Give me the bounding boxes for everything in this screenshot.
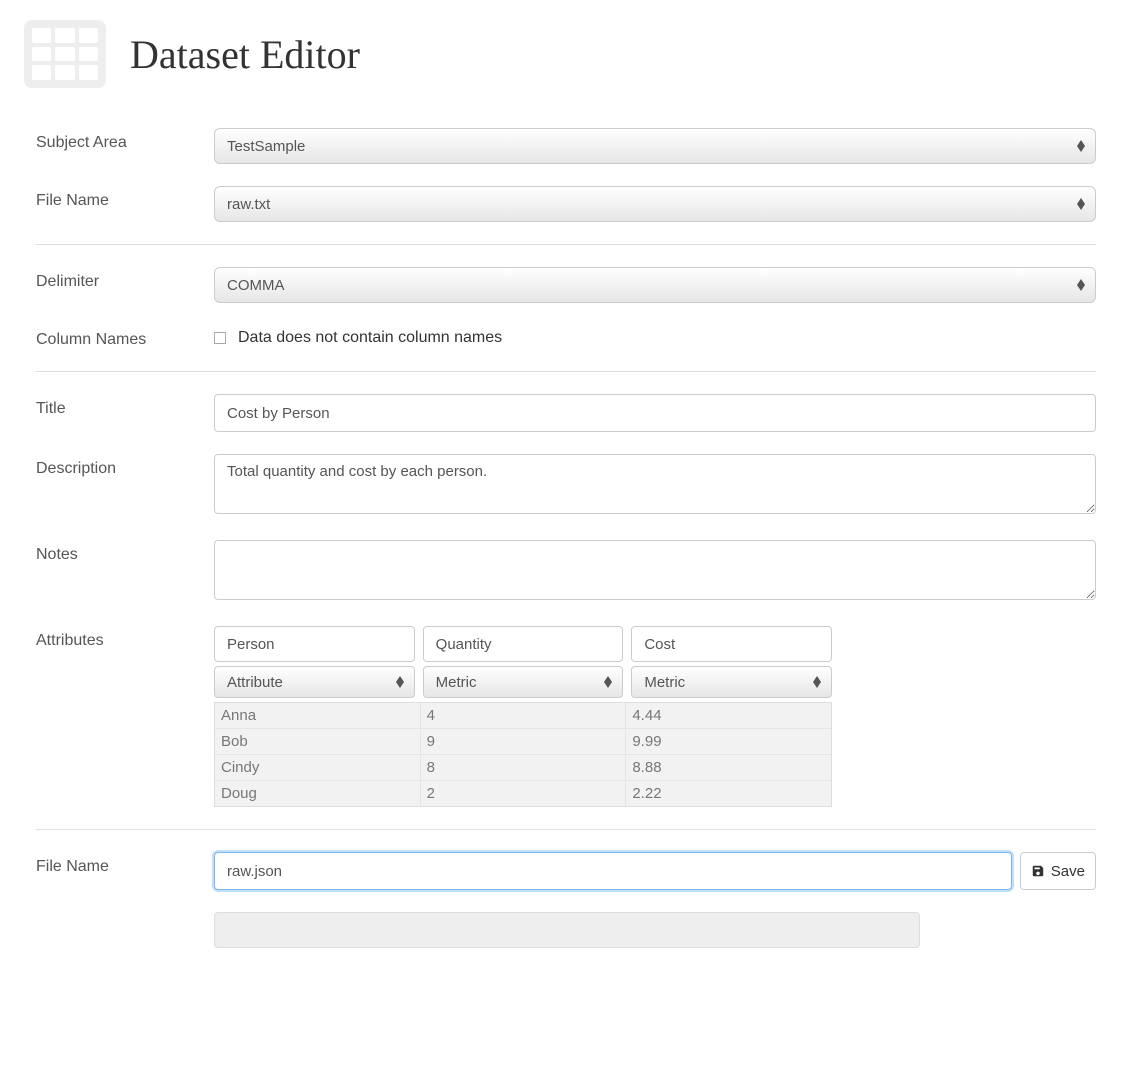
cell: 4 [421, 703, 627, 729]
delimiter-select[interactable]: COMMA [214, 267, 1096, 303]
file-name-top-value: raw.txt [227, 196, 270, 213]
cell: Bob [215, 729, 421, 755]
chevron-updown-icon [1077, 140, 1085, 152]
title-input[interactable] [214, 394, 1096, 432]
cell: Cindy [215, 755, 421, 781]
grid-logo-icon [24, 20, 106, 88]
table-row: Bob 9 9.99 [215, 729, 831, 755]
file-name-bottom-input[interactable] [214, 852, 1012, 890]
save-button[interactable]: Save [1020, 852, 1096, 890]
table-row: Cindy 8 8.88 [215, 755, 831, 781]
description-label: Description [36, 454, 214, 478]
subject-area-value: TestSample [227, 138, 305, 155]
attr-type-value: Metric [436, 674, 477, 691]
table-row: Anna 4 4.44 [215, 703, 831, 729]
form: Subject Area TestSample File Name raw.tx… [24, 128, 1108, 948]
divider [36, 371, 1096, 372]
attr-type-select-1[interactable]: Metric [423, 666, 624, 698]
column-names-checkbox[interactable] [214, 332, 226, 344]
subject-area-label: Subject Area [36, 128, 214, 152]
chevron-updown-icon [813, 676, 821, 688]
status-bar [214, 912, 920, 948]
cell: 8 [421, 755, 627, 781]
chevron-updown-icon [396, 676, 404, 688]
attr-type-value: Metric [644, 674, 685, 691]
cell: 9.99 [626, 729, 831, 755]
table-row: Doug 2 2.22 [215, 781, 831, 806]
attr-name-input-2[interactable] [631, 626, 832, 662]
attr-name-input-1[interactable] [423, 626, 624, 662]
attribute-types-row: Attribute Metric Metric [214, 666, 832, 698]
data-grid: Anna 4 4.44 Bob 9 9.99 Cindy 8 8.88 Doug… [214, 702, 832, 807]
chevron-updown-icon [1077, 198, 1085, 210]
cell: Doug [215, 781, 421, 806]
cell: 8.88 [626, 755, 831, 781]
subject-area-select[interactable]: TestSample [214, 128, 1096, 164]
column-names-label: Column Names [36, 325, 214, 349]
file-name-top-select[interactable]: raw.txt [214, 186, 1096, 222]
save-icon [1031, 864, 1045, 878]
chevron-updown-icon [1077, 279, 1085, 291]
attributes-label: Attributes [36, 626, 214, 650]
save-label: Save [1051, 863, 1085, 880]
delimiter-value: COMMA [227, 277, 285, 294]
attr-type-select-0[interactable]: Attribute [214, 666, 415, 698]
description-input[interactable]: Total quantity and cost by each person. [214, 454, 1096, 514]
page-header: Dataset Editor [24, 20, 1108, 88]
cell: 2.22 [626, 781, 831, 806]
cell: Anna [215, 703, 421, 729]
file-name-bottom-label: File Name [36, 852, 214, 876]
divider [36, 829, 1096, 830]
column-names-checkbox-label: Data does not contain column names [238, 329, 502, 347]
title-label: Title [36, 394, 214, 418]
attr-name-input-0[interactable] [214, 626, 415, 662]
file-name-top-label: File Name [36, 186, 214, 210]
page-title: Dataset Editor [130, 31, 360, 78]
notes-label: Notes [36, 540, 214, 564]
cell: 2 [421, 781, 627, 806]
divider [36, 244, 1096, 245]
attribute-names-row [214, 626, 832, 662]
cell: 9 [421, 729, 627, 755]
delimiter-label: Delimiter [36, 267, 214, 291]
notes-input[interactable] [214, 540, 1096, 600]
cell: 4.44 [626, 703, 831, 729]
chevron-updown-icon [604, 676, 612, 688]
attr-type-value: Attribute [227, 674, 283, 691]
attr-type-select-2[interactable]: Metric [631, 666, 832, 698]
